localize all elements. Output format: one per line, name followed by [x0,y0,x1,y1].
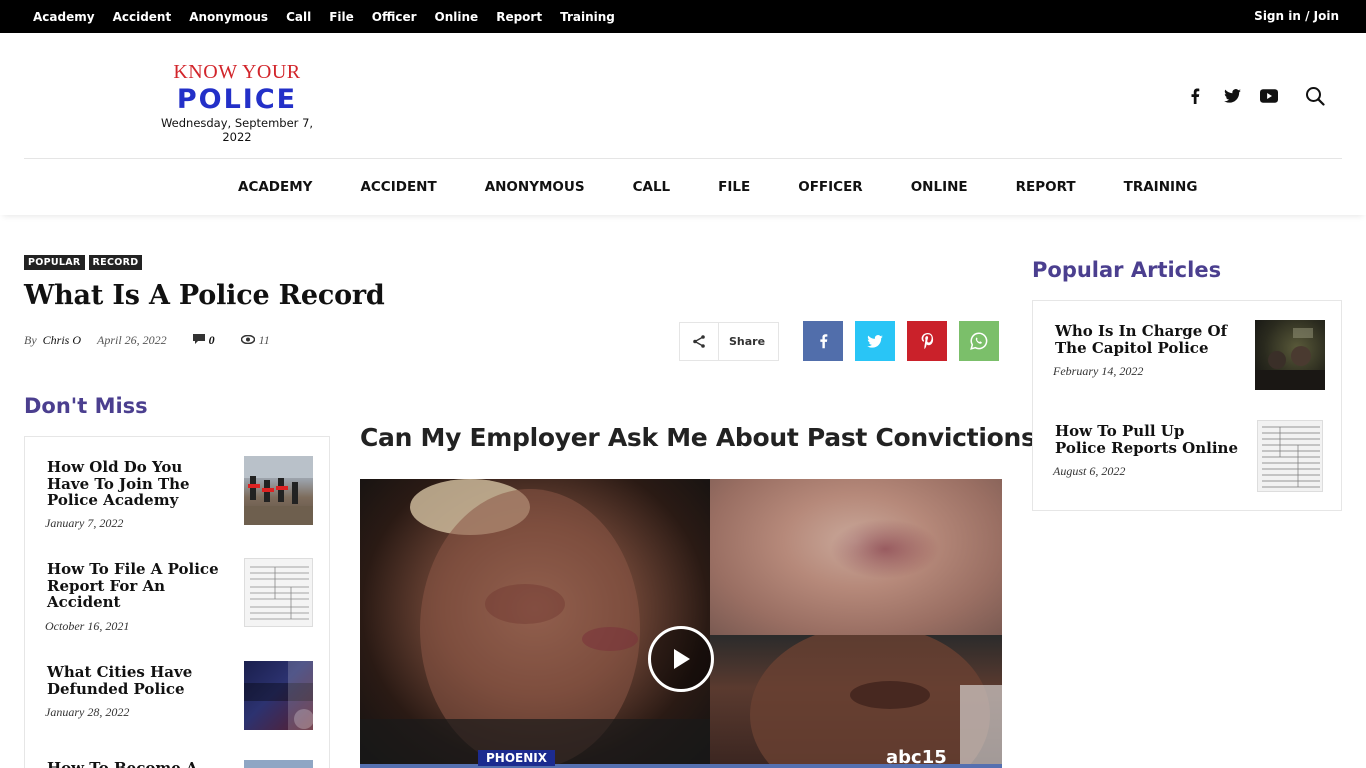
list-item-title[interactable]: How To File A Police Report For An Accid… [47,561,227,611]
category-popular[interactable]: POPULAR [24,255,85,270]
list-item[interactable]: How To Become A [47,760,227,768]
list-item-title[interactable]: What Cities Have Defunded Police [47,664,227,697]
search-icon[interactable] [1303,84,1327,108]
top-nav-accident[interactable]: Accident [113,10,172,24]
share-box[interactable]: Share [679,322,779,361]
author-link[interactable]: Chris O [43,333,81,348]
logo-line2: POLICE [176,84,298,115]
list-item[interactable]: What Cities Have Defunded Police [47,664,227,697]
twitter-icon[interactable] [1221,84,1243,108]
nav-file[interactable]: FILE [718,179,750,195]
top-nav-officer[interactable]: Officer [372,10,417,24]
item-date: February 14, 2022 [1053,364,1144,378]
list-item[interactable]: Who Is In Charge Of The Capitol Police [1055,323,1235,356]
top-bar: Academy Accident Anonymous Call File Off… [0,0,1366,33]
header-date: Wednesday, September 7, 2022 [160,116,314,144]
play-button[interactable] [648,626,714,692]
top-nav-call[interactable]: Call [286,10,311,24]
list-item[interactable]: How To Pull Up Police Reports Online [1055,423,1240,456]
thumbnail-defund[interactable] [244,661,313,730]
item-date: August 6, 2022 [1053,464,1126,478]
list-item-date: January 7, 2022 [45,516,123,531]
list-item-title[interactable]: How To Become A [47,760,227,768]
share-pinterest-button[interactable] [907,321,947,361]
popular-articles-title: Popular Articles [1032,258,1222,282]
article-meta: By Chris O April 26, 2022 0 11 [24,333,270,348]
nav-report[interactable]: REPORT [1016,179,1076,195]
top-nav-anonymous[interactable]: Anonymous [189,10,268,24]
top-nav-file[interactable]: File [329,10,354,24]
article-subheading: Can My Employer Ask Me About Past Convic… [360,423,1036,452]
youtube-icon[interactable] [1258,84,1280,108]
nav-officer[interactable]: OFFICER [798,179,862,195]
nav-accident[interactable]: ACCIDENT [360,179,436,195]
top-nav-training[interactable]: Training [560,10,615,24]
twitter-icon [867,334,883,348]
thumbnail-become[interactable] [244,760,313,768]
list-item[interactable]: How Old Do You Have To Join The Police A… [47,459,227,509]
item-date: October 16, 2021 [45,619,130,633]
meta-by: By [24,333,37,347]
top-nav: Academy Accident Anonymous Call File Off… [24,0,624,33]
logo-line1: KNOW YOUR [173,61,301,83]
list-item-title[interactable]: Who Is In Charge Of The Capitol Police [1055,323,1235,356]
pinterest-icon [921,333,933,349]
video-frame-left [360,479,710,768]
share-icon [680,322,719,361]
thumbnail-report-form[interactable] [244,558,313,627]
nav-academy[interactable]: ACADEMY [238,179,312,195]
list-item[interactable]: How To File A Police Report For An Accid… [47,561,227,611]
share-facebook-button[interactable] [803,321,843,361]
article-date: April 26, 2022 [97,333,167,347]
nav-call[interactable]: CALL [633,179,671,195]
video-player[interactable]: PHOENIX abc15 [360,479,1002,768]
thumbnail-capitol[interactable] [1255,320,1325,390]
view-count: 11 [258,333,270,347]
nav-anonymous[interactable]: ANONYMOUS [485,179,585,195]
signin-link[interactable]: Sign in / Join [1254,0,1339,33]
top-nav-online[interactable]: Online [435,10,479,24]
share-whatsapp-button[interactable] [959,321,999,361]
whatsapp-icon [970,332,988,350]
top-nav-academy[interactable]: Academy [33,10,95,24]
item-date: January 7, 2022 [45,516,124,530]
list-item-date: August 6, 2022 [1053,464,1125,479]
nav-training[interactable]: TRAINING [1124,179,1198,195]
top-nav-report[interactable]: Report [496,10,542,24]
video-channel-logo: abc15 [886,747,947,768]
comment-icon [192,333,205,348]
thumbnail-academy[interactable] [244,456,313,525]
list-item-date: October 16, 2021 [45,619,129,634]
item-date: January 28, 2022 [45,705,130,719]
video-location-tag: PHOENIX [478,750,555,766]
comment-count[interactable]: 0 [209,333,215,348]
facebook-icon [819,334,827,349]
dont-miss-title: Don't Miss [24,394,148,418]
article-title: What Is A Police Record [24,280,385,311]
list-item-title[interactable]: How Old Do You Have To Join The Police A… [47,459,227,509]
list-item-date: February 14, 2022 [1053,364,1143,379]
video-frame-right-top [710,479,1002,635]
views-icon [240,333,255,348]
site-logo[interactable]: KNOW YOUR POLICE Wednesday, September 7,… [146,60,328,144]
facebook-icon[interactable] [1184,84,1206,108]
nav-online[interactable]: ONLINE [911,179,968,195]
list-item-title[interactable]: How To Pull Up Police Reports Online [1055,423,1240,456]
play-icon [674,649,690,669]
share-label: Share [729,335,766,348]
category-record[interactable]: RECORD [88,255,143,270]
category-tags: POPULAR RECORD [24,255,146,270]
main-nav: ACADEMY ACCIDENT ANONYMOUS CALL FILE OFF… [0,159,1366,215]
list-item-date: January 28, 2022 [45,705,129,720]
video-frame-right-bottom [710,625,1002,768]
thumbnail-police-report[interactable] [1257,420,1323,492]
share-twitter-button[interactable] [855,321,895,361]
